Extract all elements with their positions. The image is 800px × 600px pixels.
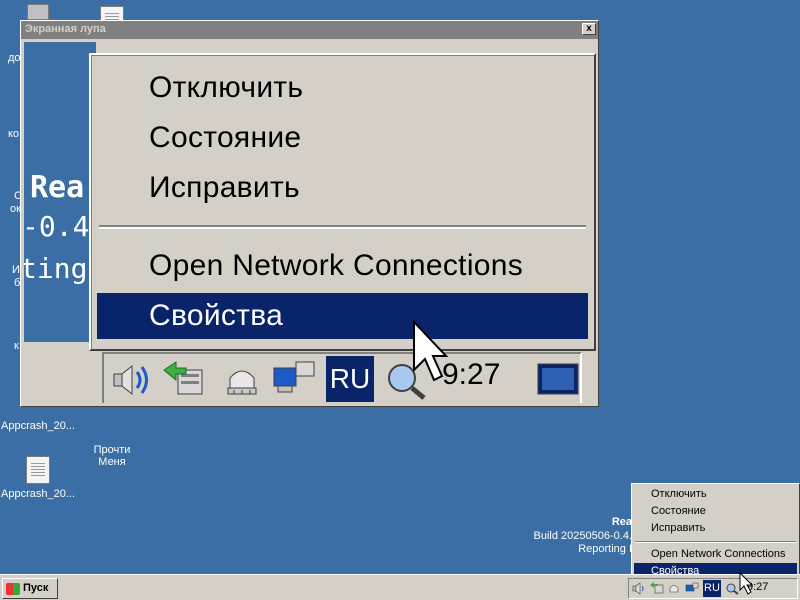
desktop-watermark: Reporting I xyxy=(578,543,632,555)
desktop-icon-appcrash-1[interactable]: Appcrash_20... xyxy=(0,388,76,432)
document-icon xyxy=(26,456,50,484)
magnifier-icon[interactable] xyxy=(725,582,739,595)
desktop-watermark: Rea xyxy=(611,516,632,528)
desktop-icon-readme[interactable]: Прочти Меня xyxy=(74,388,150,480)
language-indicator: RU xyxy=(326,356,374,402)
cursor-icon xyxy=(739,572,753,595)
zoomed-text: Rea xyxy=(30,170,85,205)
desktop-partial-label: И xyxy=(12,264,20,276)
start-label: Пуск xyxy=(23,582,49,594)
network-icon[interactable] xyxy=(650,582,664,595)
zoomed-desktop: Rea -0.4. ting I xyxy=(24,42,121,342)
zoomed-menu-item-properties: Свойства xyxy=(97,293,588,339)
zoomed-menu-item-open-network: Open Network Connections xyxy=(149,249,524,282)
icon-label: Appcrash_20... xyxy=(1,420,75,432)
zoomed-menu-item-status: Состояние xyxy=(149,121,302,154)
computers-icon[interactable] xyxy=(685,582,699,595)
menu-item-disconnect[interactable]: Отключить xyxy=(634,486,797,502)
icon-label: Appcrash_20... xyxy=(1,488,75,500)
taskbar: Пуск RU 9:27 xyxy=(0,574,800,600)
icon-label: Прочти Меня xyxy=(93,444,131,468)
computers-icon xyxy=(273,361,315,393)
menu-item-repair[interactable]: Исправить xyxy=(634,520,797,536)
network-context-menu[interactable]: Отключить Состояние Исправить Open Netwo… xyxy=(631,483,800,582)
menu-separator xyxy=(635,541,796,543)
desktop-partial-label: до xyxy=(8,52,21,64)
menu-item-status[interactable]: Состояние xyxy=(634,503,797,519)
printer-icon xyxy=(227,370,257,395)
monitor-icon xyxy=(537,363,579,395)
windows-logo-icon xyxy=(6,583,20,595)
magnifier-titlebar[interactable]: Экранная лупа x xyxy=(21,21,598,39)
system-tray: RU 9:27 xyxy=(628,578,798,599)
language-indicator[interactable]: RU xyxy=(703,580,721,597)
speaker-icon[interactable] xyxy=(632,582,646,595)
desktop-icon-appcrash-2[interactable]: Appcrash_20... xyxy=(0,456,76,500)
desktop-partial-label: к xyxy=(14,340,19,352)
zoomed-menu-item-repair: Исправить xyxy=(149,171,300,204)
start-button[interactable]: Пуск xyxy=(2,578,58,599)
close-button[interactable]: x xyxy=(582,23,596,35)
network-icon xyxy=(163,361,203,395)
magnifier-title: Экранная лупа xyxy=(25,23,106,35)
menu-item-open-network-connections[interactable]: Open Network Connections xyxy=(634,546,797,562)
zoomed-cursor-icon xyxy=(413,320,448,382)
close-icon: x xyxy=(586,23,592,34)
desktop-watermark: Build 20250506-0.4. xyxy=(533,530,632,542)
zoomed-menu-item-disconnect: Отключить xyxy=(149,71,304,104)
zoomed-context-menu: Отключить Состояние Исправить Open Netwo… xyxy=(89,53,596,351)
zoomed-menu-separator xyxy=(99,225,586,229)
desktop-partial-label: ко xyxy=(8,128,20,140)
printer-icon[interactable] xyxy=(667,582,681,595)
zoomed-tray: RU 9:27 xyxy=(102,352,582,403)
zoomed-clock: 9:27 xyxy=(442,358,501,391)
folder-icon xyxy=(27,4,49,20)
